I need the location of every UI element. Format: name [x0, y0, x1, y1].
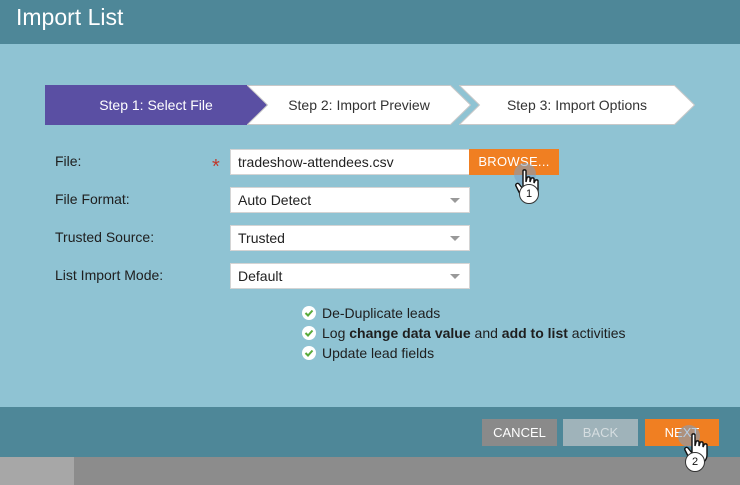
dialog-header: Import List — [0, 0, 740, 44]
file-input[interactable]: tradeshow-attendees.csv — [230, 149, 470, 175]
option-log-mid: and — [470, 325, 502, 341]
check-circle-icon — [302, 326, 316, 340]
list-import-mode-label: List Import Mode: — [55, 267, 164, 283]
step-1-label: Step 1: Select File — [99, 97, 213, 113]
option-log-bold-change: change data value — [349, 325, 471, 341]
trusted-source-label: Trusted Source: — [55, 229, 155, 245]
step-2-label: Step 2: Import Preview — [288, 97, 430, 113]
option-dedupe-label: De-Duplicate leads — [322, 305, 441, 321]
chevron-down-icon — [450, 198, 460, 203]
file-format-select[interactable]: Auto Detect — [230, 187, 470, 213]
step-select-file[interactable]: Step 1: Select File — [45, 85, 267, 125]
list-import-mode-value: Default — [238, 268, 283, 284]
wizard-steps: Step 1: Select File Step 2: Import Previ… — [45, 85, 695, 125]
list-import-mode-select[interactable]: Default — [230, 263, 470, 289]
back-button[interactable]: BACK — [563, 419, 638, 446]
dialog-title: Import List — [16, 4, 124, 30]
chevron-down-icon — [450, 236, 460, 241]
trusted-source-select[interactable]: Trusted — [230, 225, 470, 251]
option-update-label: Update lead fields — [322, 345, 435, 361]
option-log-activities: Log change data value and add to list ac… — [302, 323, 625, 343]
import-options-list: De-Duplicate leads Log change data value… — [302, 303, 625, 363]
step-import-options[interactable]: Step 3: Import Options — [459, 85, 695, 125]
file-label: File: — [55, 153, 82, 169]
step-import-preview[interactable]: Step 2: Import Preview — [247, 85, 471, 125]
trusted-source-value: Trusted — [238, 230, 285, 246]
required-mark: * — [212, 156, 220, 178]
cancel-button[interactable]: CANCEL — [482, 419, 557, 446]
callout-number-1: 1 — [519, 184, 539, 204]
callout-number-2: 2 — [685, 452, 705, 472]
chevron-down-icon — [450, 274, 460, 279]
file-format-label: File Format: — [55, 191, 130, 207]
page-background-bar — [0, 457, 740, 485]
option-log-suffix: activities — [567, 325, 626, 341]
step-3-label: Step 3: Import Options — [506, 97, 648, 113]
file-format-value: Auto Detect — [238, 192, 312, 208]
check-circle-icon — [302, 306, 316, 320]
option-dedupe: De-Duplicate leads — [302, 303, 625, 323]
option-log-prefix: Log — [322, 325, 350, 341]
option-update-fields: Update lead fields — [302, 343, 625, 363]
check-circle-icon — [302, 346, 316, 360]
option-log-bold-add: add to list — [501, 325, 568, 341]
page-background-left — [0, 457, 74, 485]
